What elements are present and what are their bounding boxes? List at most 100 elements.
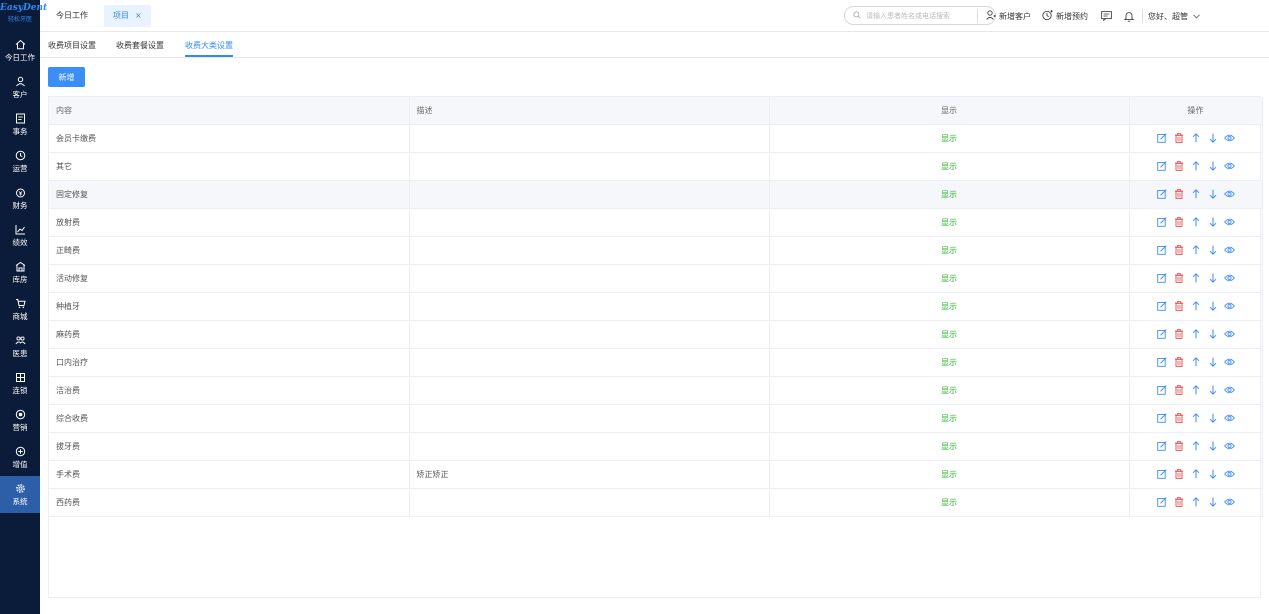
patient-search[interactable]	[844, 6, 996, 25]
eye-icon[interactable]	[1224, 440, 1236, 452]
trash-icon[interactable]	[1173, 244, 1185, 256]
arrow-down-icon[interactable]	[1207, 244, 1219, 256]
arrow-up-icon[interactable]	[1190, 132, 1202, 144]
arrow-up-icon[interactable]	[1190, 188, 1202, 200]
trash-icon[interactable]	[1173, 272, 1185, 284]
sidebar-item[interactable]: 绩效	[0, 217, 40, 254]
trash-icon[interactable]	[1173, 188, 1185, 200]
edit-icon[interactable]	[1156, 132, 1168, 144]
eye-icon[interactable]	[1224, 132, 1236, 144]
arrow-up-icon[interactable]	[1190, 160, 1202, 172]
eye-icon[interactable]	[1224, 496, 1236, 508]
sidebar-item[interactable]: 客户	[0, 69, 40, 106]
trash-icon[interactable]	[1173, 384, 1185, 396]
sidebar-item[interactable]: 系统	[0, 476, 40, 513]
arrow-down-icon[interactable]	[1207, 440, 1219, 452]
arrow-up-icon[interactable]	[1190, 412, 1202, 424]
tab-charge-packages[interactable]: 收费套餐设置	[116, 40, 164, 51]
eye-icon[interactable]	[1224, 272, 1236, 284]
tab-today-work[interactable]: 今日工作	[56, 10, 88, 21]
sidebar-item-label: 系统	[12, 496, 28, 506]
arrow-up-icon[interactable]	[1190, 328, 1202, 340]
edit-icon[interactable]	[1156, 468, 1168, 480]
arrow-down-icon[interactable]	[1207, 132, 1219, 144]
sidebar-item[interactable]: 事务	[0, 106, 40, 143]
eye-icon[interactable]	[1224, 412, 1236, 424]
sidebar-item[interactable]: 营销	[0, 402, 40, 439]
add-button[interactable]: 新增	[48, 67, 85, 87]
close-icon[interactable]: ×	[135, 11, 142, 20]
display-cell: 显示	[769, 180, 1130, 209]
sidebar-item[interactable]: 财务	[0, 180, 40, 217]
tab-charge-items[interactable]: 收费项目设置	[48, 40, 96, 51]
message-icon[interactable]	[1101, 11, 1112, 21]
trash-icon[interactable]	[1173, 440, 1185, 452]
arrow-down-icon[interactable]	[1207, 384, 1219, 396]
arrow-up-icon[interactable]	[1190, 300, 1202, 312]
arrow-down-icon[interactable]	[1207, 328, 1219, 340]
divider	[1142, 9, 1143, 23]
tab-charge-categories[interactable]: 收费大类设置	[185, 40, 233, 57]
edit-icon[interactable]	[1156, 300, 1168, 312]
sidebar-item[interactable]: 医患	[0, 328, 40, 365]
edit-icon[interactable]	[1156, 328, 1168, 340]
arrow-up-icon[interactable]	[1190, 496, 1202, 508]
arrow-down-icon[interactable]	[1207, 160, 1219, 172]
edit-icon[interactable]	[1156, 272, 1168, 284]
edit-icon[interactable]	[1156, 216, 1168, 228]
edit-icon[interactable]	[1156, 356, 1168, 368]
arrow-down-icon[interactable]	[1207, 300, 1219, 312]
eye-icon[interactable]	[1224, 216, 1236, 228]
edit-icon[interactable]	[1156, 440, 1168, 452]
edit-icon[interactable]	[1156, 496, 1168, 508]
sidebar-item[interactable]: 库房	[0, 254, 40, 291]
eye-icon[interactable]	[1224, 328, 1236, 340]
sidebar-item[interactable]: 增值	[0, 439, 40, 476]
arrow-down-icon[interactable]	[1207, 216, 1219, 228]
trash-icon[interactable]	[1173, 300, 1185, 312]
trash-icon[interactable]	[1173, 496, 1185, 508]
trash-icon[interactable]	[1173, 328, 1185, 340]
trash-icon[interactable]	[1173, 412, 1185, 424]
sidebar-item[interactable]: 商城	[0, 291, 40, 328]
arrow-up-icon[interactable]	[1190, 440, 1202, 452]
arrow-up-icon[interactable]	[1190, 384, 1202, 396]
arrow-down-icon[interactable]	[1207, 356, 1219, 368]
eye-icon[interactable]	[1224, 356, 1236, 368]
user-menu[interactable]: 您好、超管	[1148, 11, 1200, 22]
eye-icon[interactable]	[1224, 244, 1236, 256]
sidebar-item[interactable]: 今日工作	[0, 32, 40, 69]
edit-icon[interactable]	[1156, 244, 1168, 256]
arrow-up-icon[interactable]	[1190, 272, 1202, 284]
sidebar-item[interactable]: 运营	[0, 143, 40, 180]
trash-icon[interactable]	[1173, 216, 1185, 228]
arrow-up-icon[interactable]	[1190, 356, 1202, 368]
tab-project[interactable]: 项目 ×	[104, 4, 151, 27]
new-customer-button[interactable]: 新增客户	[986, 10, 1031, 22]
trash-icon[interactable]	[1173, 356, 1185, 368]
arrow-down-icon[interactable]	[1207, 468, 1219, 480]
edit-icon[interactable]	[1156, 188, 1168, 200]
edit-icon[interactable]	[1156, 412, 1168, 424]
eye-icon[interactable]	[1224, 384, 1236, 396]
arrow-up-icon[interactable]	[1190, 468, 1202, 480]
bell-icon[interactable]	[1124, 11, 1134, 22]
arrow-down-icon[interactable]	[1207, 272, 1219, 284]
arrow-down-icon[interactable]	[1207, 188, 1219, 200]
arrow-up-icon[interactable]	[1190, 244, 1202, 256]
eye-icon[interactable]	[1224, 160, 1236, 172]
search-input[interactable]	[866, 11, 990, 20]
trash-icon[interactable]	[1173, 160, 1185, 172]
arrow-up-icon[interactable]	[1190, 216, 1202, 228]
arrow-down-icon[interactable]	[1207, 412, 1219, 424]
new-appointment-button[interactable]: 新增预约	[1042, 9, 1088, 23]
edit-icon[interactable]	[1156, 384, 1168, 396]
eye-icon[interactable]	[1224, 468, 1236, 480]
trash-icon[interactable]	[1173, 468, 1185, 480]
eye-icon[interactable]	[1224, 300, 1236, 312]
trash-icon[interactable]	[1173, 132, 1185, 144]
eye-icon[interactable]	[1224, 188, 1236, 200]
edit-icon[interactable]	[1156, 160, 1168, 172]
arrow-down-icon[interactable]	[1207, 496, 1219, 508]
sidebar-item[interactable]: 连锁	[0, 365, 40, 402]
